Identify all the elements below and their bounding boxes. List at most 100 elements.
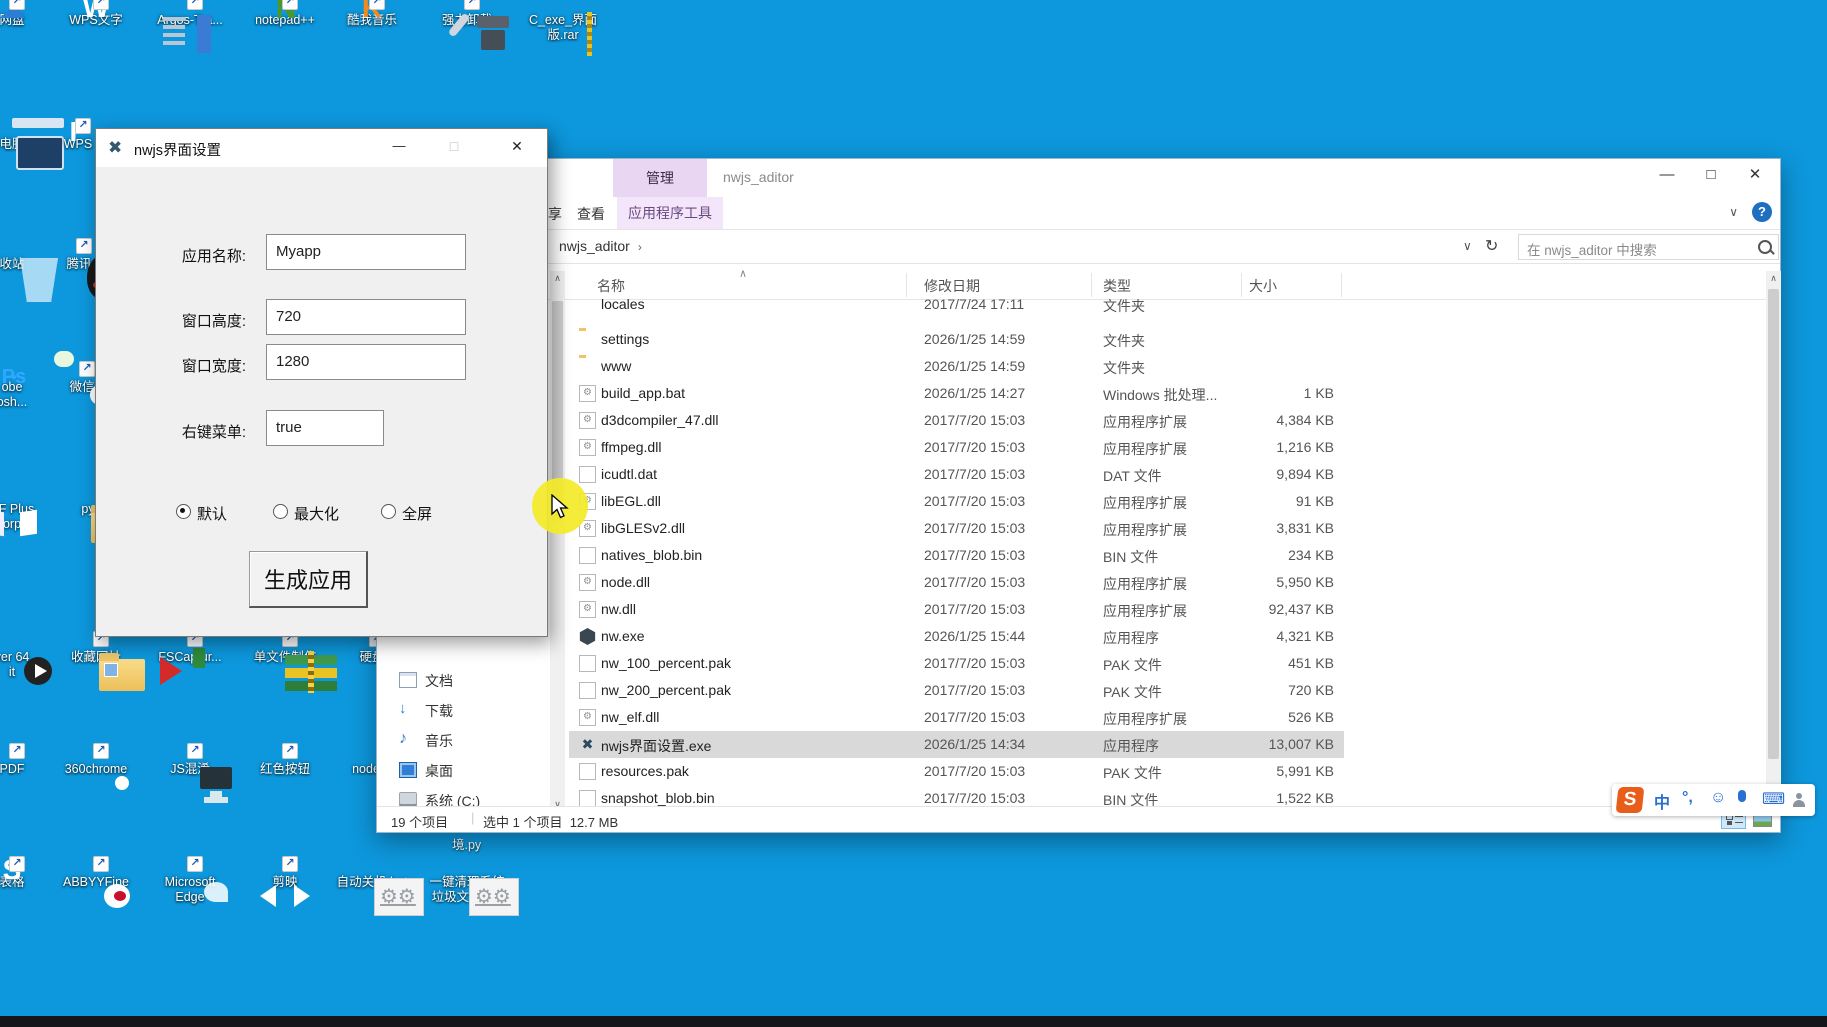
desktop-icon[interactable]: W ↗ WPS文字 <box>48 8 144 28</box>
file-row[interactable]: ✖ nwjs界面设置.exe 2026/1/25 14:34 应用程序 13,0… <box>377 731 1780 758</box>
desktop-icon[interactable]: C_exe_界面 版.rar <box>515 8 611 43</box>
ime-toolbox-icon[interactable] <box>1792 793 1806 807</box>
file-list-scrollbar[interactable]: ∧ ∨ <box>1766 271 1781 812</box>
file-row[interactable]: natives_blob.bin 2017/7/20 15:03 BIN 文件 … <box>377 542 1780 569</box>
file-row[interactable]: locales 2017/7/24 17:11 文件夹 <box>377 299 1780 318</box>
radio-label[interactable]: 默认 <box>197 503 227 524</box>
nav-pane-scrollbar[interactable]: ∧ ∨ <box>550 271 565 812</box>
ime-chinese-mode-icon[interactable]: 中 <box>1654 789 1670 813</box>
si-desk-icon <box>399 762 417 778</box>
sidebar-item-label: 文档 <box>425 671 453 691</box>
desktop-icon[interactable]: ↗ Argos-Tra... <box>142 8 238 28</box>
column-header-type[interactable]: 类型 <box>1103 276 1131 296</box>
shortcut-arrow-icon: ↗ <box>93 743 109 759</box>
file-row[interactable]: ⚙ nw_elf.dll 2017/7/20 15:03 应用程序扩展 526 … <box>377 704 1780 731</box>
radio-2[interactable] <box>273 504 288 519</box>
desktop-icon[interactable]: ↗ 剪映 <box>237 870 333 890</box>
file-row[interactable]: ⚙ d3dcompiler_47.dll 2017/7/20 15:03 应用程… <box>377 407 1780 434</box>
file-row[interactable]: resources.pak 2017/7/20 15:03 PAK 文件 5,9… <box>377 758 1780 785</box>
maximize-button[interactable]: □ <box>1689 159 1733 193</box>
desktop-icon[interactable]: ↗ JS混淆 <box>142 757 238 777</box>
search-input[interactable]: 在 nwjs_aditor 中搜索 <box>1518 234 1779 260</box>
tab-application-tools[interactable]: 应用程序工具 <box>617 197 723 229</box>
shortcut-arrow-icon: ↗ <box>9 0 25 10</box>
file-size: 91 KB <box>1177 493 1334 509</box>
dialog-close-button[interactable]: ✕ <box>494 129 540 165</box>
text-input[interactable]: 720 <box>266 299 466 335</box>
desktop-icon[interactable]: N ↗ notepad++ <box>237 8 333 28</box>
file-row[interactable]: ⚙ build_app.bat 2026/1/25 14:27 Windows … <box>377 380 1780 407</box>
address-dropdown-icon[interactable]: ∨ <box>1463 239 1472 253</box>
shortcut-arrow-icon: ↗ <box>9 743 25 759</box>
file-row[interactable]: ⚙ node.dll 2017/7/20 15:03 应用程序扩展 5,950 … <box>377 569 1780 596</box>
text-input[interactable]: 1280 <box>266 344 466 380</box>
desktop-icon[interactable]: ↗ FSCaptur... <box>142 645 238 665</box>
ime-punctuation-icon[interactable]: °, <box>1682 789 1693 807</box>
file-row[interactable]: ⚙ nw.dll 2017/7/20 15:03 应用程序扩展 92,437 K… <box>377 596 1780 623</box>
shortcut-arrow-icon: ↗ <box>369 0 385 10</box>
close-button[interactable]: ✕ <box>1733 159 1777 193</box>
file-name: resources.pak <box>601 763 689 779</box>
minimize-button[interactable]: — <box>1645 159 1689 193</box>
file-list: locales 2017/7/24 17:11 文件夹 settings 202… <box>377 299 1780 812</box>
scroll-up-icon[interactable]: ∧ <box>1766 271 1781 286</box>
file-name: natives_blob.bin <box>601 547 702 563</box>
desktop-icon[interactable]: ↗ ABBYYFine <box>48 870 144 890</box>
dialog-titlebar[interactable]: ✖ nwjs界面设置 — □ ✕ <box>96 129 547 167</box>
ime-keyboard-icon[interactable]: ⌨ <box>1762 789 1785 809</box>
file-row[interactable]: ⚙ libGLESv2.dll 2017/7/20 15:03 应用程序扩展 3… <box>377 515 1780 542</box>
desktop-icon[interactable]: ↗ 收藏网址 <box>48 645 144 665</box>
text-input[interactable]: Myapp <box>266 234 466 270</box>
dialog-title: nwjs界面设置 <box>134 139 221 160</box>
text-input[interactable]: true <box>266 410 384 446</box>
desktop-icon[interactable]: ↗ 强力卸载 <box>419 8 515 28</box>
desktop-icon[interactable]: ↗ 单文件制作 <box>237 645 333 665</box>
desktop-icon[interactable]: ↗ Microsoft Edge <box>142 870 238 905</box>
ribbon-collapse-icon[interactable]: ∨ <box>1729 205 1738 219</box>
radio-label[interactable]: 最大化 <box>294 503 339 524</box>
help-icon[interactable]: ? <box>1752 202 1772 222</box>
manage-contextual-tab[interactable]: 管理 <box>613 159 707 197</box>
desktop-icon[interactable]: ⚙⚙ 自动关机.bat <box>324 870 420 890</box>
column-header-date[interactable]: 修改日期 <box>924 276 980 296</box>
file-name: snapshot_blob.bin <box>601 790 715 806</box>
tab-share-fragment[interactable]: 享 <box>548 204 562 224</box>
file-type: 应用程序扩展 <box>1103 412 1187 432</box>
refresh-icon[interactable]: ↻ <box>1485 236 1498 256</box>
desktop-icon[interactable]: ⚙⚙ 一键清理系统 垃圾文件.bat <box>419 870 515 905</box>
tab-view[interactable]: 查看 <box>577 204 605 224</box>
radio-3[interactable] <box>381 504 396 519</box>
ime-microphone-icon[interactable] <box>1738 789 1746 807</box>
taskbar[interactable] <box>0 1016 1827 1027</box>
dialog-minimize-button[interactable]: — <box>376 129 422 165</box>
file-row[interactable]: settings 2026/1/25 14:59 文件夹 <box>377 326 1780 353</box>
file-size: 1 KB <box>1177 385 1334 401</box>
file-row[interactable]: nw.exe 2026/1/25 15:44 应用程序 4,321 KB <box>377 623 1780 650</box>
column-header-name[interactable]: 名称 <box>597 276 625 296</box>
file-type-icon: ⚙ <box>579 439 596 456</box>
column-header-size[interactable]: 大小 <box>1249 276 1277 296</box>
file-date: 2026/1/25 14:27 <box>924 385 1025 401</box>
field-label: 窗口高度: <box>154 310 246 331</box>
file-row[interactable]: icudtl.dat 2017/7/20 15:03 DAT 文件 9,894 … <box>377 461 1780 488</box>
desktop-icon[interactable]: K♪♪ ↗ 酷我音乐 <box>324 8 420 28</box>
file-type: 文件夹 <box>1103 331 1145 351</box>
ime-emoji-icon[interactable]: ☺ <box>1710 789 1726 807</box>
sogou-logo-icon[interactable]: S <box>1616 787 1645 813</box>
generate-app-button[interactable]: 生成应用 <box>249 551 368 608</box>
breadcrumb[interactable]: nwjs_aditor› <box>559 238 642 254</box>
window-title: nwjs_aditor <box>723 169 794 185</box>
file-type-icon: ✖ <box>579 736 596 753</box>
shortcut-arrow-icon: ↗ <box>187 743 203 759</box>
file-row[interactable]: nw_100_percent.pak 2017/7/20 15:03 PAK 文… <box>377 650 1780 677</box>
shortcut-arrow-icon: ↗ <box>187 0 203 10</box>
file-row[interactable]: www 2026/1/25 14:59 文件夹 <box>377 353 1780 380</box>
scroll-up-icon[interactable]: ∧ <box>550 271 565 286</box>
file-row[interactable]: nw_200_percent.pak 2017/7/20 15:03 PAK 文… <box>377 677 1780 704</box>
desktop-icon[interactable]: ↗ 360chrome <box>48 757 144 777</box>
radio-label[interactable]: 全屏 <box>402 503 432 524</box>
file-date: 2017/7/20 15:03 <box>924 547 1025 563</box>
file-row[interactable]: ⚙ ffmpeg.dll 2017/7/20 15:03 应用程序扩展 1,21… <box>377 434 1780 461</box>
address-bar[interactable]: nwjs_aditor› ∨ ↻ 在 nwjs_aditor 中搜索 <box>377 231 1780 264</box>
radio-1[interactable] <box>176 504 191 519</box>
